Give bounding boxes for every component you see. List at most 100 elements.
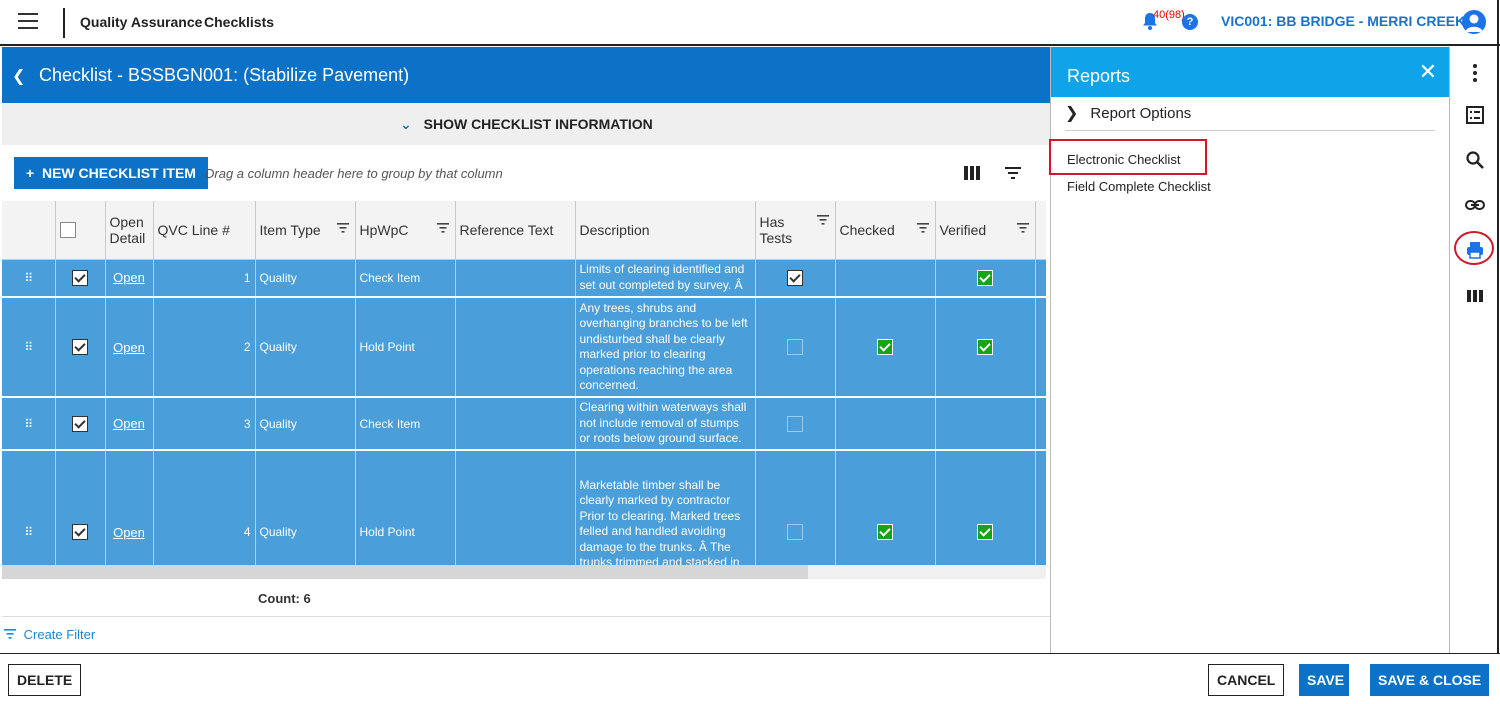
- row-select-checkbox[interactable]: [72, 524, 88, 540]
- table-row[interactable]: ⠿ Open 2 Quality Hold Point Any trees, s…: [2, 297, 1046, 398]
- column-header-qvc-line[interactable]: QVC Line #: [153, 201, 256, 260]
- filter-icon: [4, 629, 16, 639]
- report-options-toggle[interactable]: ❯ Report Options: [1065, 103, 1435, 131]
- drag-handle-icon[interactable]: ⠿: [2, 450, 56, 565]
- project-selector[interactable]: VIC001: BB BRIDGE - MERRI CREEK: [1221, 13, 1465, 29]
- has-tests-label: Has Tests: [759, 213, 793, 246]
- link-icon[interactable]: [1465, 195, 1485, 215]
- hpwpc-label: HpWpC: [359, 221, 409, 238]
- save-button[interactable]: SAVE: [1299, 664, 1349, 696]
- checked-checkbox[interactable]: [877, 339, 893, 355]
- open-detail-link[interactable]: Open: [113, 270, 145, 285]
- row-select-checkbox[interactable]: [72, 415, 88, 432]
- report-item-field-complete-checklist[interactable]: Field Complete Checklist: [1067, 179, 1211, 194]
- column-header-open-detail[interactable]: Open Detail: [105, 201, 154, 260]
- row-select-checkbox[interactable]: [72, 339, 88, 355]
- save-close-button[interactable]: SAVE & CLOSE: [1370, 664, 1490, 696]
- new-checklist-item-button[interactable]: + NEW CHECKLIST ITEM: [14, 157, 208, 189]
- breadcrumb-quality-assurance[interactable]: Quality Assurance: [80, 14, 202, 30]
- column-header-hpwpc[interactable]: HpWpC: [355, 201, 456, 260]
- columns-icon[interactable]: [1465, 286, 1485, 306]
- item-type-cell: Quality: [255, 450, 356, 565]
- table-row[interactable]: ⠿ Open 1 Quality Check Item Limits of cl…: [2, 259, 1046, 298]
- checked-checkbox[interactable]: [877, 524, 893, 540]
- description-cell: Clearing within waterways shall not incl…: [575, 397, 756, 451]
- row-select-checkbox[interactable]: [72, 269, 88, 286]
- hpwpc-cell: Check Item: [355, 259, 456, 298]
- qvc-line-cell: 3: [153, 397, 256, 451]
- description-cell: Any trees, shrubs and overhanging branch…: [575, 297, 756, 398]
- has-tests-checkbox[interactable]: [787, 524, 803, 540]
- column-header-has-tests[interactable]: Has Tests: [755, 201, 836, 260]
- reference-text-cell: [455, 259, 576, 298]
- help-icon[interactable]: ?: [1182, 14, 1198, 30]
- report-item-electronic-checklist[interactable]: Electronic Checklist: [1067, 152, 1180, 167]
- checked-cell: [835, 397, 936, 451]
- item-type-cell: Quality: [255, 397, 356, 451]
- delete-button[interactable]: DELETE: [8, 664, 82, 696]
- divider: [63, 8, 65, 38]
- table-row[interactable]: ⠿ Open 3 Quality Check Item Clearing wit…: [2, 397, 1046, 451]
- breadcrumb-checklists[interactable]: Checklists: [204, 14, 274, 30]
- reference-text-cell: [455, 450, 576, 565]
- close-icon[interactable]: ✕: [1419, 61, 1437, 83]
- verified-cell: [935, 297, 1036, 398]
- window-border: [1497, 0, 1499, 660]
- open-detail-link[interactable]: Open: [113, 416, 145, 431]
- row-spacer: [1035, 450, 1046, 565]
- has-tests-checkbox[interactable]: [787, 269, 803, 286]
- row-select-cell: [55, 259, 106, 298]
- verified-checkbox[interactable]: [977, 339, 993, 355]
- has-tests-checkbox[interactable]: [787, 339, 803, 355]
- row-select-cell: [55, 297, 106, 398]
- column-filter-icon[interactable]: [436, 223, 449, 233]
- avatar[interactable]: [1462, 10, 1486, 34]
- create-filter-link[interactable]: Create Filter: [4, 627, 95, 642]
- column-filter-icon[interactable]: [336, 223, 349, 233]
- reports-title: Reports: [1067, 66, 1131, 86]
- drag-handle-icon[interactable]: ⠿: [2, 397, 56, 451]
- menu-icon[interactable]: [18, 13, 38, 31]
- has-tests-cell: [755, 297, 836, 398]
- report-options-label: Report Options: [1090, 105, 1192, 122]
- select-all-checkbox[interactable]: [59, 222, 76, 239]
- open-detail-link[interactable]: Open: [113, 340, 145, 355]
- search-icon[interactable]: [1465, 150, 1485, 170]
- hpwpc-cell: Check Item: [355, 397, 456, 451]
- show-checklist-info-toggle[interactable]: ⌄ SHOW CHECKLIST INFORMATION: [2, 103, 1050, 145]
- column-header-checked[interactable]: Checked: [835, 201, 936, 260]
- horizontal-scrollbar[interactable]: [2, 565, 1046, 579]
- column-filter-icon[interactable]: [816, 215, 829, 225]
- row-select-cell: [55, 450, 106, 565]
- has-tests-checkbox[interactable]: [787, 415, 803, 432]
- column-filter-icon[interactable]: [1016, 223, 1029, 233]
- grid-header-row: Open Detail QVC Line # Item Type HpWpC R…: [2, 201, 1046, 260]
- create-filter-label: Create Filter: [23, 627, 96, 642]
- notification-count: 40(98): [1153, 9, 1185, 21]
- column-header-reference-text[interactable]: Reference Text: [455, 201, 576, 260]
- more-vertical-icon[interactable]: [1465, 63, 1485, 83]
- table-row[interactable]: ⠿ Open 4 Quality Hold Point Marketable t…: [2, 450, 1046, 565]
- column-header-description[interactable]: Description: [575, 201, 756, 260]
- column-filter-icon[interactable]: [916, 223, 929, 233]
- verified-checkbox[interactable]: [977, 269, 993, 286]
- list-details-icon[interactable]: [1465, 105, 1485, 125]
- cancel-button[interactable]: CANCEL: [1208, 664, 1285, 696]
- print-icon[interactable]: [1465, 240, 1485, 260]
- columns-icon[interactable]: [964, 166, 980, 180]
- filter-icon[interactable]: [1005, 166, 1021, 180]
- group-drop-zone[interactable]: Drag a column header here to group by th…: [205, 166, 503, 181]
- back-chevron-icon[interactable]: ❮: [12, 66, 25, 86]
- reference-text-cell: [455, 297, 576, 398]
- verified-checkbox[interactable]: [977, 524, 993, 540]
- reports-panel: Reports ✕ ❯ Report Options Electronic Che…: [1049, 47, 1450, 653]
- column-header-verified[interactable]: Verified: [935, 201, 1036, 260]
- open-detail-link[interactable]: Open: [113, 525, 145, 540]
- scrollbar-thumb[interactable]: [2, 565, 808, 579]
- column-header-item-type[interactable]: Item Type: [255, 201, 356, 260]
- row-count: Count: 6: [258, 591, 311, 606]
- divider: [2, 616, 1050, 617]
- drag-handle-icon[interactable]: ⠿: [2, 259, 56, 298]
- footer-bar: DELETE CANCEL SAVE SAVE & CLOSE: [0, 653, 1500, 704]
- drag-handle-icon[interactable]: ⠿: [2, 297, 56, 398]
